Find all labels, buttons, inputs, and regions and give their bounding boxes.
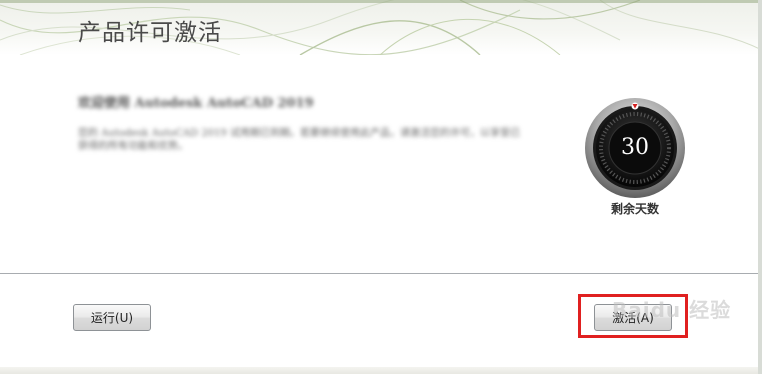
days-remaining-value: 30 [621, 135, 649, 160]
welcome-heading: 欢迎使用 Autodesk AutoCAD 2019 [78, 96, 314, 111]
trial-countdown-dial: 30 [584, 97, 686, 199]
footer-divider [0, 273, 758, 274]
baidu-watermark: Baidu 经验 [612, 298, 732, 322]
days-remaining-label: 剩余天数 [610, 202, 659, 216]
license-activation-window: 产品许可激活 欢迎使用 Autodesk AutoCAD 2019 您的 Aut… [0, 0, 762, 374]
header-banner: 产品许可激活 [0, 0, 762, 55]
window-right-edge [758, 0, 762, 374]
welcome-body-text: 您的 Autodesk AutoCAD 2019 试用期已到期。若要继续使用此产… [78, 128, 520, 152]
footer-strip [0, 367, 762, 374]
window-title: 产品许可激活 [78, 20, 222, 46]
run-button[interactable]: 运行(U) [73, 304, 151, 331]
